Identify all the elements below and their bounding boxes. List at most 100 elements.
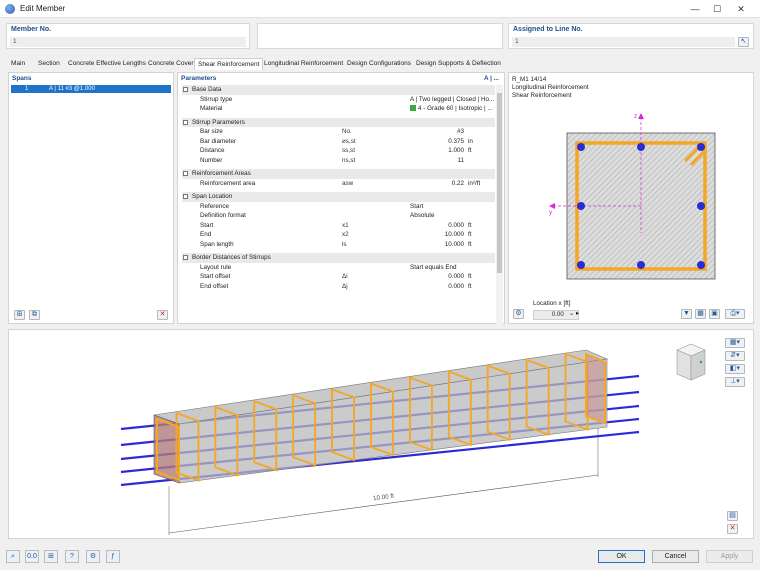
delete-span-icon[interactable]: ✕ bbox=[157, 310, 168, 320]
param-value[interactable]: 0.000 bbox=[404, 221, 464, 231]
param-name: End bbox=[200, 231, 212, 238]
members-icon[interactable]: ⊞ bbox=[44, 550, 58, 563]
param-section[interactable]: Reinforcement Areas bbox=[182, 169, 495, 179]
param-row[interactable]: Definition format Absolute bbox=[182, 211, 495, 221]
tab-concrete-effective-lengths[interactable]: Concrete Effective Lengths bbox=[65, 58, 149, 70]
param-value[interactable]: 0.22 bbox=[404, 179, 464, 189]
material-color-icon bbox=[410, 105, 416, 111]
param-row[interactable]: Start x1 0.000 ft bbox=[182, 221, 495, 231]
render-options-icon[interactable]: ◧▾ bbox=[725, 364, 745, 374]
scroll-thumb[interactable] bbox=[497, 93, 502, 273]
location-label: Location x [ft] bbox=[533, 300, 571, 307]
camera-icon[interactable]: ▣ bbox=[709, 309, 720, 319]
function-icon[interactable]: ƒ bbox=[106, 550, 120, 563]
param-unit: in bbox=[468, 137, 473, 145]
section-collapse-checkbox[interactable] bbox=[183, 87, 188, 92]
param-row[interactable]: End offset Δj 0.000 ft bbox=[182, 282, 495, 292]
param-row[interactable]: Distance ss,st 1.000 ft bbox=[182, 146, 495, 156]
section-collapse-checkbox[interactable] bbox=[183, 119, 188, 125]
section-collapse-checkbox[interactable] bbox=[183, 171, 188, 176]
settings-icon[interactable]: ⚙ bbox=[86, 550, 100, 563]
view-3d-panel: 10.00 ft ▦▾ ⇵▾ ◧▾ ⊥▾ ▤ ✕ bbox=[8, 329, 754, 539]
ok-button[interactable]: OK bbox=[598, 550, 645, 563]
section-collapse-checkbox[interactable] bbox=[183, 194, 188, 199]
coordinate-options-icon[interactable]: ⊥▾ bbox=[725, 377, 745, 387]
param-value[interactable]: Start bbox=[410, 202, 495, 212]
param-value[interactable]: 4 - Grade 60 | Isotropic | ... bbox=[410, 104, 495, 114]
copy-span-icon[interactable]: ⧉ bbox=[29, 310, 40, 320]
display-options-icon[interactable]: ▦ bbox=[695, 309, 706, 319]
member-no-field[interactable]: 1 bbox=[10, 37, 246, 47]
param-name: Bar diameter bbox=[200, 137, 237, 145]
param-section[interactable]: Base Data bbox=[182, 85, 495, 95]
param-section[interactable]: Span Location bbox=[182, 192, 495, 202]
param-name: Reference bbox=[200, 202, 230, 210]
param-row[interactable]: Reinforcement area asw 0.22 in²/ft bbox=[182, 179, 495, 189]
apply-button[interactable]: Apply bbox=[706, 550, 753, 563]
param-row[interactable]: End x2 10.000 ft bbox=[182, 230, 495, 240]
section-settings-icon[interactable]: ⚙ bbox=[513, 309, 524, 319]
parameters-scrollbar[interactable] bbox=[496, 85, 503, 328]
param-row[interactable]: Material 4 - Grade 60 | Isotropic | ... bbox=[182, 104, 495, 114]
param-row[interactable]: Reference Start bbox=[182, 202, 495, 212]
filter-icon[interactable]: ▼ bbox=[681, 309, 692, 319]
tab-section[interactable]: Section bbox=[35, 58, 63, 70]
view-options-icon[interactable]: ▦▾ bbox=[725, 338, 745, 348]
tab-shear-reinforcement[interactable]: Shear Reinforcement bbox=[194, 58, 264, 70]
axis-options-icon[interactable]: ⇵▾ bbox=[725, 351, 745, 361]
view-reset-icon[interactable]: ✕ bbox=[727, 524, 738, 534]
param-value[interactable]: 1.000 bbox=[404, 146, 464, 156]
pick-line-icon[interactable]: ↖ bbox=[738, 37, 749, 47]
span-row[interactable]: 1 A | 11 #3 @1.000 bbox=[11, 85, 171, 93]
param-section[interactable]: Border Distances of Stirrups bbox=[182, 253, 495, 263]
section-collapse-checkbox[interactable] bbox=[183, 255, 188, 260]
section-view-panel: R_M1 14/14 Longitudinal Reinforcement Sh… bbox=[508, 72, 754, 324]
param-unit: ft bbox=[468, 273, 472, 280]
param-row[interactable]: Stirrup type A | Two legged | Closed | Ho… bbox=[182, 95, 495, 105]
search-icon[interactable]: ⌕ bbox=[6, 550, 20, 563]
tab-main[interactable]: Main bbox=[8, 58, 28, 70]
cross-section-drawing bbox=[549, 113, 716, 280]
param-unit: ft bbox=[468, 221, 472, 229]
param-section[interactable]: Stirrup Parameters bbox=[182, 117, 495, 127]
view-print-icon[interactable]: ▤ bbox=[727, 511, 738, 521]
param-value[interactable]: 0.000 bbox=[404, 272, 464, 282]
param-value[interactable]: 10.000 bbox=[404, 240, 464, 250]
param-section-label: Span Location bbox=[192, 193, 233, 200]
param-value[interactable]: Start equals End bbox=[410, 263, 495, 273]
close-button[interactable]: ✕ bbox=[730, 2, 752, 16]
tab-design-configurations[interactable]: Design Configurations bbox=[344, 58, 414, 70]
param-row[interactable]: Bar size No. #3 bbox=[182, 127, 495, 137]
param-row[interactable]: Layout rule Start equals End bbox=[182, 263, 495, 273]
param-symbol: x1 bbox=[342, 221, 349, 229]
parameters-grid: Base Data Stirrup type A | Two legged | Cl… bbox=[182, 85, 495, 328]
maximize-button[interactable]: ☐ bbox=[706, 2, 728, 16]
param-value[interactable]: A | Two legged | Closed | Ho... bbox=[410, 95, 495, 105]
param-value[interactable]: 10.000 bbox=[404, 230, 464, 240]
add-span-icon[interactable]: ⊞ bbox=[14, 310, 25, 320]
location-stepper-icon[interactable]: ⌄ ▸ bbox=[569, 310, 579, 317]
units-icon[interactable]: 0.0 bbox=[25, 550, 39, 563]
param-name: Number bbox=[200, 156, 223, 164]
help-icon[interactable]: ? bbox=[65, 550, 79, 563]
param-value[interactable]: 11 bbox=[404, 156, 464, 166]
tab-longitudinal-reinforcement[interactable]: Longitudinal Reinforcement bbox=[261, 58, 346, 70]
param-unit: in²/ft bbox=[468, 179, 481, 187]
param-unit: ft bbox=[468, 282, 472, 290]
param-row[interactable]: Span length ls 10.000 ft bbox=[182, 240, 495, 250]
tab-design-supports-deflection[interactable]: Design Supports & Deflection bbox=[413, 58, 504, 70]
param-row[interactable]: Bar diameter ⌀s,st 0.375 in bbox=[182, 137, 495, 147]
param-value[interactable]: 0.000 bbox=[404, 282, 464, 292]
param-row[interactable]: Number ns,st 11 bbox=[182, 156, 495, 166]
cancel-button[interactable]: Cancel bbox=[652, 550, 699, 563]
param-value[interactable]: 0.375 bbox=[404, 137, 464, 147]
param-symbol: x2 bbox=[342, 231, 349, 238]
param-name: Bar size bbox=[200, 128, 223, 135]
print-icon[interactable]: ⎙▾ bbox=[725, 309, 745, 319]
tab-concrete-cover[interactable]: Concrete Cover bbox=[145, 58, 197, 70]
minimize-button[interactable]: — bbox=[684, 2, 706, 16]
param-row[interactable]: Start offset Δi 0.000 ft bbox=[182, 272, 495, 282]
param-value[interactable]: #3 bbox=[404, 127, 464, 137]
assigned-line-field[interactable]: 1 bbox=[512, 37, 735, 47]
param-value[interactable]: Absolute bbox=[410, 211, 495, 221]
